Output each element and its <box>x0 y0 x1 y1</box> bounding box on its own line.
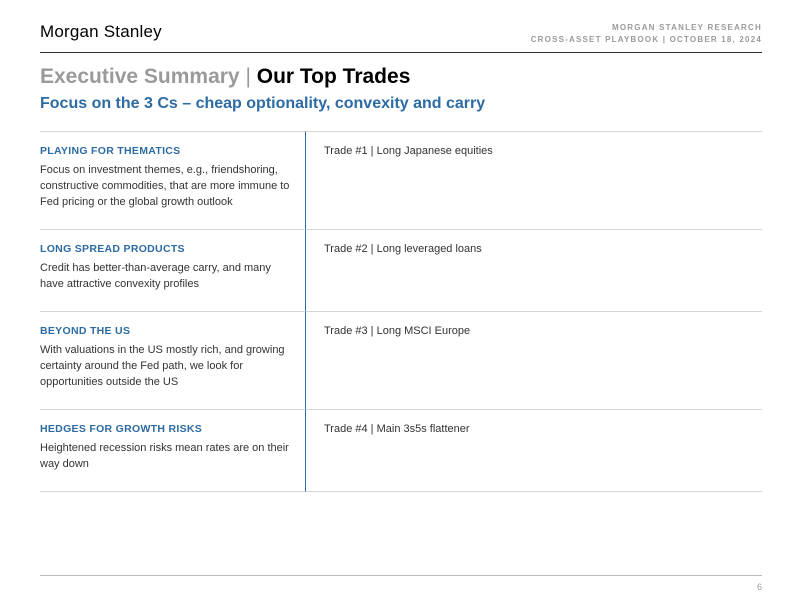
section-right: Trade #3 | Long MSCI Europe <box>305 311 762 409</box>
meta-line-2: CROSS-ASSET PLAYBOOK | OCTOBER 18, 2024 <box>531 34 762 46</box>
title-separator: | <box>240 65 257 88</box>
trade-label: Trade #2 | Long leveraged loans <box>324 243 482 255</box>
section-right: Trade #4 | Main 3s5s flattener <box>305 409 762 491</box>
trades-grid: PLAYING FOR THEMATICS Focus on investmen… <box>40 131 762 492</box>
meta-line-1: MORGAN STANLEY RESEARCH <box>531 22 762 34</box>
section-left: PLAYING FOR THEMATICS Focus on investmen… <box>40 131 305 229</box>
section-right: Trade #1 | Long Japanese equities <box>305 131 762 229</box>
page-number: 6 <box>757 582 762 592</box>
page-subtitle: Focus on the 3 Cs – cheap optionality, c… <box>40 95 762 113</box>
trade-label: Trade #3 | Long MSCI Europe <box>324 325 470 337</box>
header-meta: MORGAN STANLEY RESEARCH CROSS-ASSET PLAY… <box>531 22 762 46</box>
page-header: Morgan Stanley MORGAN STANLEY RESEARCH C… <box>40 22 762 53</box>
grid-bottom-rule <box>40 491 305 492</box>
section-category: PLAYING FOR THEMATICS <box>40 144 293 159</box>
trade-label: Trade #1 | Long Japanese equities <box>324 145 493 157</box>
section-category: LONG SPREAD PRODUCTS <box>40 242 293 257</box>
section-left: HEDGES FOR GROWTH RISKS Heightened reces… <box>40 409 305 491</box>
page-title: Executive Summary | Our Top Trades <box>40 65 762 89</box>
section-category: BEYOND THE US <box>40 324 293 339</box>
section-left: LONG SPREAD PRODUCTS Credit has better-t… <box>40 229 305 311</box>
section-description: Heightened recession risks mean rates ar… <box>40 441 293 473</box>
section-left: BEYOND THE US With valuations in the US … <box>40 311 305 409</box>
trade-label: Trade #4 | Main 3s5s flattener <box>324 423 470 435</box>
section-description: Focus on investment themes, e.g., friend… <box>40 163 293 211</box>
section-category: HEDGES FOR GROWTH RISKS <box>40 422 293 437</box>
footer-rule <box>40 575 762 576</box>
section-description: With valuations in the US mostly rich, a… <box>40 343 293 391</box>
brand-logo: Morgan Stanley <box>40 22 162 42</box>
section-description: Credit has better-than-average carry, an… <box>40 261 293 293</box>
page: Morgan Stanley MORGAN STANLEY RESEARCH C… <box>0 0 802 512</box>
title-prefix: Executive Summary <box>40 65 240 88</box>
title-main: Our Top Trades <box>257 65 411 88</box>
section-right: Trade #2 | Long leveraged loans <box>305 229 762 311</box>
grid-bottom-rule <box>305 491 762 492</box>
